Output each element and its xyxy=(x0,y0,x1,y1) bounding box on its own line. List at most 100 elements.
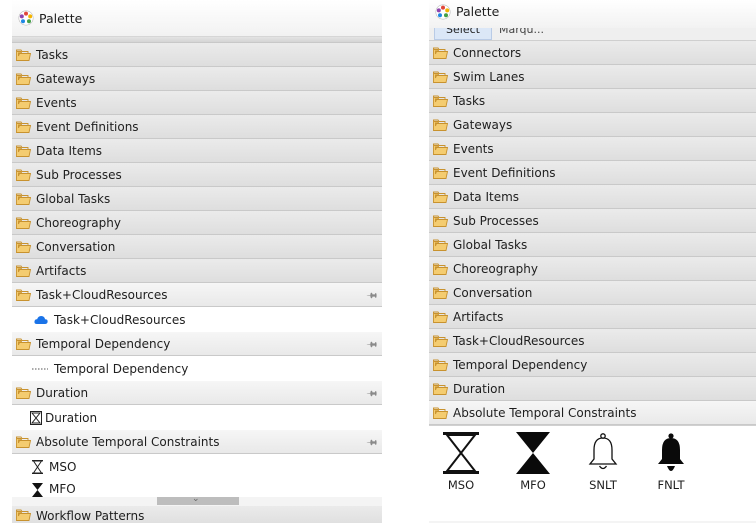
drawer-temporal-dependency[interactable]: Temporal Dependency 🖈 xyxy=(12,332,382,356)
palette-icon xyxy=(435,4,451,20)
drawer-global-tasks[interactable]: Global Tasks xyxy=(12,187,382,211)
folder-icon xyxy=(433,359,448,371)
palette-title: Palette xyxy=(456,4,500,19)
drawer-label: Artifacts xyxy=(36,263,87,278)
drawer-label: Conversation xyxy=(453,285,533,300)
drawer-task-cloudresources[interactable]: Task+CloudResources 🖈 xyxy=(12,283,382,307)
pin-icon[interactable]: 🖈 xyxy=(362,287,381,306)
folder-open-icon xyxy=(16,387,31,399)
folder-icon xyxy=(16,145,31,157)
pin-icon[interactable]: 🖈 xyxy=(362,385,381,404)
drawer-events[interactable]: Events xyxy=(429,137,756,161)
folder-icon xyxy=(16,509,31,521)
drawer-label: Duration xyxy=(36,385,89,400)
drawer-label: Choreography xyxy=(453,261,538,276)
folder-icon xyxy=(16,73,31,85)
drawer-label: Data Items xyxy=(36,143,103,158)
drawer-label: Temporal Dependency xyxy=(36,336,171,351)
folder-icon xyxy=(16,241,31,253)
drawer-label: Events xyxy=(453,141,494,156)
drawer-label: Duration xyxy=(453,381,506,396)
drawer-tasks[interactable]: Tasks xyxy=(429,89,756,113)
drawer-label: Task+CloudResources xyxy=(453,333,585,348)
drawer-label: Global Tasks xyxy=(453,237,528,252)
drawer-sub-processes[interactable]: Sub Processes xyxy=(429,209,756,233)
folder-icon xyxy=(16,217,31,229)
dotted-connector-icon xyxy=(32,368,48,369)
tool-mfo[interactable]: MFO xyxy=(503,432,563,492)
folder-icon xyxy=(433,95,448,107)
tool-label: MSO xyxy=(447,478,475,492)
folder-icon xyxy=(433,71,448,83)
folder-icon xyxy=(433,167,448,179)
drawer-label: Gateways xyxy=(36,71,96,86)
palette-title-bar: Palette xyxy=(12,0,382,37)
drawer-artifacts[interactable]: Artifacts xyxy=(12,259,382,283)
drawer-choreography[interactable]: Choreography xyxy=(429,257,756,281)
drawer-label: Tasks xyxy=(453,93,486,108)
scroll-down-handle[interactable]: ⌄ xyxy=(157,494,239,505)
pin-icon[interactable]: 🖈 xyxy=(362,336,381,355)
entry-label: MSO xyxy=(49,459,77,474)
folder-icon xyxy=(16,193,31,205)
tool-snlt[interactable]: SNLT xyxy=(573,432,633,492)
drawer-event-definitions[interactable]: Event Definitions xyxy=(429,161,756,185)
palette-icon xyxy=(18,10,34,26)
folder-open-icon xyxy=(16,289,31,301)
drawer-duration[interactable]: Duration xyxy=(429,377,756,401)
drawer-temporal-dependency[interactable]: Temporal Dependency xyxy=(429,353,756,377)
drawer-artifacts[interactable]: Artifacts xyxy=(429,305,756,329)
drawer-sub-processes[interactable]: Sub Processes xyxy=(12,163,382,187)
drawer-gateways[interactable]: Gateways xyxy=(12,67,382,91)
drawer-gateways[interactable]: Gateways xyxy=(429,113,756,137)
drawer-choreography[interactable]: Choreography xyxy=(12,211,382,235)
drawer-absolute-temporal-constraints[interactable]: Absolute Temporal Constraints xyxy=(429,401,756,425)
drawer-data-items[interactable]: Data Items xyxy=(12,139,382,163)
tool-mso[interactable]: MSO xyxy=(431,432,491,492)
drawer-events[interactable]: Events xyxy=(12,91,382,115)
drawer-label: Workflow Patterns xyxy=(36,509,145,523)
marquee-tool[interactable]: Marqu... xyxy=(499,28,544,36)
hourglass-outline-icon xyxy=(32,459,43,474)
palette-entry-task-cloudresources[interactable]: Task+CloudResources xyxy=(12,307,382,332)
drawer-task-cloudresources[interactable]: Task+CloudResources xyxy=(429,329,756,353)
drawer-label: Sub Processes xyxy=(453,213,539,228)
absolute-temporal-constraints-tools: MSO MFO SNLT FNLT xyxy=(429,425,756,521)
palette-entry-temporal-dependency[interactable]: Temporal Dependency xyxy=(12,356,382,381)
palette-title: Palette xyxy=(39,10,83,26)
folder-icon xyxy=(433,239,448,251)
drawer-label: Absolute Temporal Constraints xyxy=(36,434,220,449)
folder-icon xyxy=(433,383,448,395)
drawer-data-items[interactable]: Data Items xyxy=(429,185,756,209)
folder-icon xyxy=(16,49,31,61)
drawer-label: Task+CloudResources xyxy=(36,287,168,302)
pin-icon[interactable]: 🖈 xyxy=(362,434,381,453)
drawer-label: Choreography xyxy=(36,215,121,230)
bell-outline-icon xyxy=(588,433,618,470)
drawer-event-definitions[interactable]: Event Definitions xyxy=(12,115,382,139)
folder-icon xyxy=(16,121,31,133)
folder-icon xyxy=(433,191,448,203)
drawer-swim-lanes[interactable]: Swim Lanes xyxy=(429,65,756,89)
palette-entry-duration[interactable]: Duration xyxy=(12,405,382,430)
select-tool[interactable]: Select xyxy=(434,28,492,40)
folder-icon xyxy=(433,119,448,131)
drawer-connectors[interactable]: Connectors xyxy=(429,41,756,65)
drawer-duration[interactable]: Duration 🖈 xyxy=(12,381,382,405)
folder-icon xyxy=(433,287,448,299)
drawer-absolute-temporal-constraints[interactable]: Absolute Temporal Constraints 🖈 xyxy=(12,430,382,454)
drawer-conversation[interactable]: Conversation xyxy=(12,235,382,259)
drawer-label: Data Items xyxy=(453,189,520,204)
drawer-conversation[interactable]: Conversation xyxy=(429,281,756,305)
tool-fnlt[interactable]: FNLT xyxy=(641,432,701,492)
entry-label: Duration xyxy=(45,410,98,425)
right-palette-panel: Palette Select Marqu... Connectors Swim … xyxy=(429,0,756,523)
drawer-label: Events xyxy=(36,95,77,110)
hourglass-box-icon xyxy=(30,410,42,425)
drawer-workflow-patterns[interactable]: Workflow Patterns xyxy=(12,506,382,523)
drawer-global-tasks[interactable]: Global Tasks xyxy=(429,233,756,257)
drawer-label: Event Definitions xyxy=(453,165,556,180)
drawer-tasks[interactable]: Tasks xyxy=(12,43,382,67)
palette-entry-mso[interactable]: MSO xyxy=(12,454,382,479)
folder-icon xyxy=(16,265,31,277)
